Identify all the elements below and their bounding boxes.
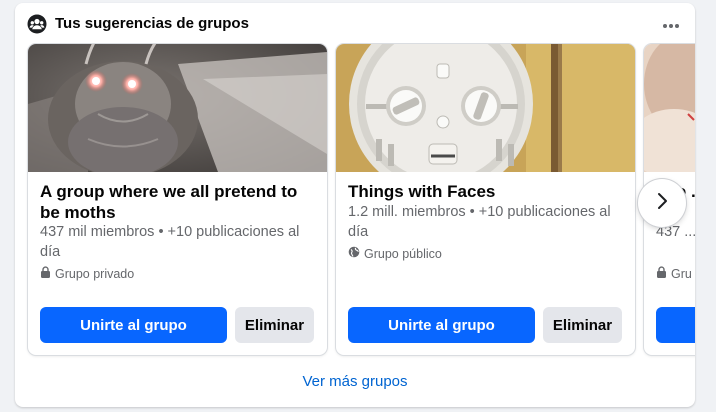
privacy-label: Gru [671,266,692,281]
group-cover-image[interactable] [336,44,635,172]
group-carousel: A group where we all pretend to be moths… [15,43,695,361]
chevron-right-icon [655,192,669,215]
more-options-icon [662,16,680,34]
group-card[interactable]: Things with Faces 1.2 mill. miembros • +… [336,44,635,355]
group-privacy: Gru [656,266,692,281]
group-cover-image[interactable] [644,44,695,172]
remove-suggestion-button[interactable]: Eliminar [543,307,622,343]
group-card[interactable]: A group where we all pretend to be moths… [28,44,327,355]
join-group-button[interactable] [656,307,695,343]
group-privacy: Grupo público [348,246,442,261]
privacy-label: Grupo público [364,246,442,261]
group-privacy: Grupo privado [40,266,134,281]
panel-title: Tus sugerencias de grupos [55,15,249,32]
group-stats: 1.2 mill. miembros • +10 publicaciones a… [348,204,611,240]
group-cover-image[interactable] [28,44,327,172]
group-name[interactable]: A group where we all pretend to be moths [40,181,320,223]
privacy-label: Grupo privado [55,266,135,281]
remove-suggestion-button[interactable]: Eliminar [235,307,314,343]
group-name[interactable]: Things with Faces [348,181,628,202]
group-suggestions-panel: Tus sugerencias de grupos A group where … [15,3,695,407]
carousel-next-button[interactable] [638,179,686,227]
see-more-groups-link[interactable]: Ver más grupos [15,373,695,390]
join-group-button[interactable]: Unirte al grupo [348,307,535,343]
lock-icon [40,266,51,281]
globe-icon [348,246,360,261]
panel-header: Tus sugerencias de grupos [15,3,695,43]
more-options-button[interactable] [657,11,685,39]
group-stats: 437 mil miembros • +10 publicaciones al … [40,224,300,260]
groups-icon [27,14,47,34]
join-group-button[interactable]: Unirte al grupo [40,307,227,343]
lock-icon [656,266,667,281]
